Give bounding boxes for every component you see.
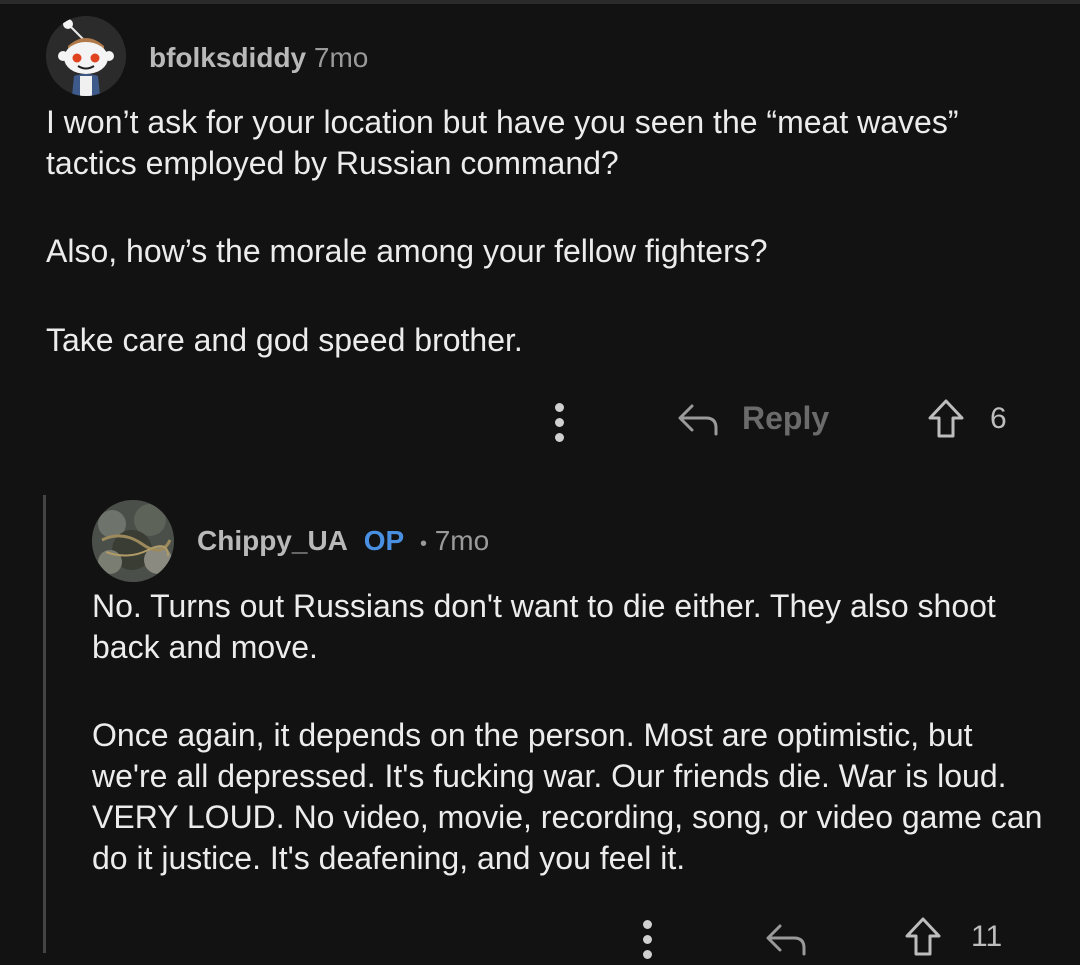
comment-paragraph: I won’t ask for your location but have y… [46, 104, 959, 181]
photo-avatar-icon[interactable] [92, 500, 174, 582]
comment-meta: bfolksdiddy 7mo [149, 40, 368, 76]
upvote-arrow-icon [905, 917, 941, 956]
reply-arrow-icon [766, 924, 806, 956]
upvote-button[interactable]: 11 [903, 916, 1002, 958]
comment-body: No. Turns out Russians don't want to die… [92, 586, 1052, 879]
comment-body: I won’t ask for your location but have y… [46, 102, 1036, 361]
upvote-arrow-icon [928, 399, 964, 438]
reply-arrow-icon [678, 404, 718, 436]
comment-paragraph: Take care and god speed brother. [46, 322, 523, 358]
op-badge: OP [363, 525, 405, 556]
comment-paragraph: Once again, it depends on the person. Mo… [92, 717, 1043, 876]
username[interactable]: Chippy_UA [197, 525, 348, 556]
thread-collapse-line[interactable] [43, 495, 46, 953]
comment-meta: Chippy_UA OP • 7mo [197, 523, 489, 562]
timestamp: 7mo [434, 525, 490, 556]
comment-paragraph: Also, how’s the morale among your fellow… [46, 233, 768, 269]
timestamp: 7mo [313, 42, 369, 73]
comment-paragraph: No. Turns out Russians don't want to die… [92, 588, 996, 665]
upvote-count: 11 [971, 920, 1003, 953]
more-options-icon[interactable] [553, 403, 565, 448]
reply-button[interactable]: Reply [676, 396, 829, 440]
reply-label: Reply [742, 399, 830, 436]
reply-button[interactable] [764, 916, 808, 960]
snoo-avatar-icon[interactable] [46, 16, 126, 96]
username[interactable]: bfolksdiddy [149, 42, 306, 73]
upvote-button[interactable]: 6 [926, 398, 1007, 440]
more-options-icon[interactable] [641, 920, 653, 965]
upvote-count: 6 [990, 402, 1007, 435]
meta-separator: • [419, 533, 427, 555]
top-divider [0, 0, 1080, 4]
